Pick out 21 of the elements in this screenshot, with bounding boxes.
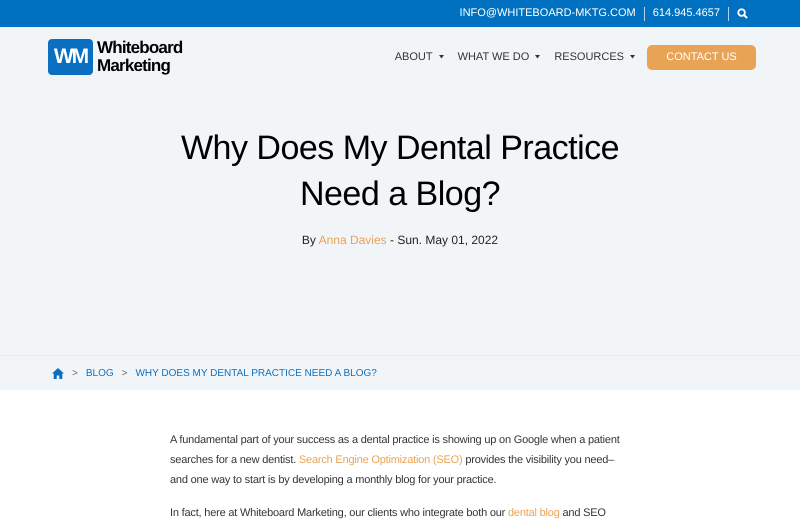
page-title: Why Does My Dental Practice Need a Blog?	[180, 128, 620, 215]
breadcrumb-separator: >	[72, 366, 78, 380]
paragraph: In fact, here at Whiteboard Marketing, our clients who integrate both our dental blog and SEO	[170, 506, 607, 521]
nav-link[interactable]: WHAT WE DO	[458, 48, 530, 66]
paragraph: A fundamental part of your success as a dental practice is showing up on Google when a patient searches for a new dentist. Search Engine Optimization (SEO) provides the visibility you need–and one way to start is by developing a monthly blog for your practice.	[170, 433, 621, 488]
email-link[interactable]: INFO@WHITEBOARD-MKTG.COM	[460, 5, 636, 22]
byline: By Anna Davies - Sun. May 01, 2022	[302, 232, 498, 249]
caret-icon[interactable]	[535, 55, 540, 59]
caret-icon[interactable]	[438, 55, 444, 59]
breadcrumb-separator: >	[122, 366, 128, 380]
home-icon[interactable]	[52, 368, 64, 378]
search-icon[interactable]	[737, 8, 748, 19]
logo-text: Marketing	[97, 57, 172, 75]
logo-mark[interactable]: WM	[48, 39, 93, 75]
nav-link[interactable]: RESOURCES	[554, 48, 624, 66]
breadcrumb-link[interactable]: BLOG	[86, 366, 114, 380]
nav-link[interactable]: ABOUT	[394, 48, 433, 66]
breadcrumb-current[interactable]: WHY DOES MY DENTAL PRACTICE NEED A BLOG?	[135, 366, 377, 380]
phone-link[interactable]: 614.945.4657	[652, 5, 720, 22]
logo-text: Whiteboard	[97, 39, 182, 57]
caret-icon[interactable]	[630, 55, 635, 59]
